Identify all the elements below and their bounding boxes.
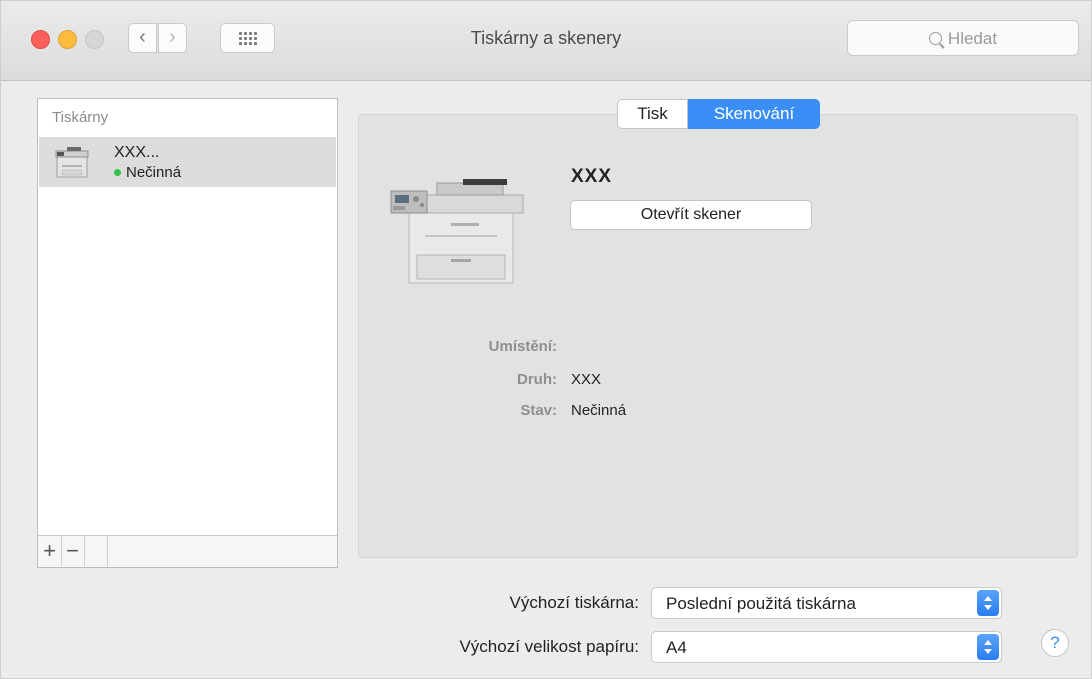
location-label: Umístění:: [488, 338, 557, 355]
kind-value: XXX: [571, 371, 602, 388]
search-icon: [928, 32, 942, 45]
printer-name: XXX...: [114, 144, 160, 161]
kind-label: Druh:: [517, 371, 557, 388]
printer-list-toolbar: + −: [38, 535, 337, 567]
printer-status-text: Nečinná: [126, 164, 182, 181]
printer-list: Tiskárny XXX... Nečinná + −: [37, 98, 338, 568]
tab-print[interactable]: Tisk: [617, 99, 688, 129]
printer-list-item[interactable]: XXX... Nečinná: [39, 137, 336, 187]
add-printer-button[interactable]: +: [38, 536, 62, 566]
help-button[interactable]: ?: [1041, 629, 1069, 657]
remove-printer-button[interactable]: −: [61, 536, 85, 566]
default-paper-size-label: Výchozí velikost papíru:: [459, 637, 639, 656]
preferences-window: ‹ › Tiskárny a skenery Hledat Tiskárny X…: [0, 0, 1092, 679]
updown-arrow-icon: [977, 590, 999, 616]
default-paper-size-value: A4: [666, 638, 687, 657]
title-bar: ‹ › Tiskárny a skenery Hledat: [1, 1, 1091, 81]
default-printer-value: Poslední použitá tiskárna: [666, 594, 856, 613]
search-placeholder: Hledat: [947, 29, 998, 48]
printer-icon: [55, 147, 89, 178]
state-label: Stav:: [520, 402, 557, 419]
default-printer-label: Výchozí tiskárna:: [509, 593, 639, 612]
default-printer-select[interactable]: Poslední použitá tiskárna: [651, 587, 1002, 619]
tab-bar: Tisk Skenování: [617, 99, 820, 129]
printer-image: [390, 179, 524, 284]
printer-status: Nečinná: [114, 164, 181, 181]
state-value: Nečinná: [571, 402, 627, 419]
device-name: XXX: [571, 166, 613, 187]
default-paper-size-select[interactable]: A4: [651, 631, 1002, 663]
status-dot-icon: [114, 169, 121, 176]
open-scanner-button[interactable]: Otevřít skener: [570, 200, 812, 230]
updown-arrow-icon: [977, 634, 999, 660]
printer-list-header: Tiskárny: [52, 109, 109, 126]
toolbar-divider: [107, 536, 108, 567]
search-field[interactable]: Hledat: [847, 20, 1079, 56]
tab-scan[interactable]: Skenování: [688, 99, 820, 129]
